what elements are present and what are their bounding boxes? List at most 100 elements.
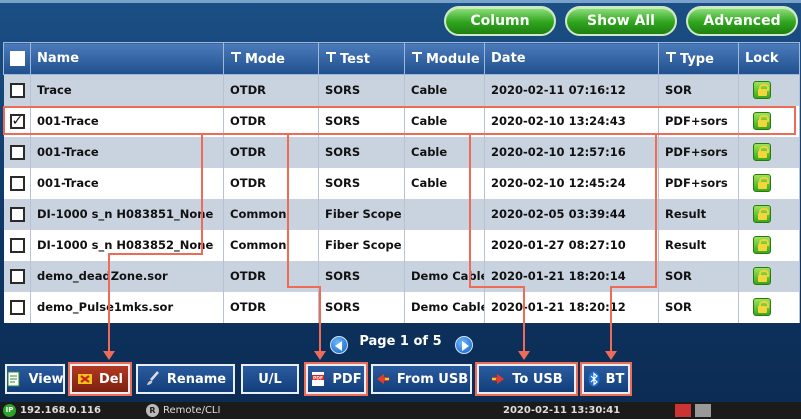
table-row[interactable]: demo_Pulse1mks.sor OTDR SORS Demo Cable … <box>3 291 800 323</box>
annotation-arrow <box>314 351 326 360</box>
table-row[interactable]: Trace OTDR SORS Cable 2020-02-11 07:16:1… <box>3 74 800 106</box>
cell-type: SOR <box>658 74 739 106</box>
header-type[interactable]: Type <box>658 42 739 75</box>
row-select[interactable]: ✓ <box>3 105 31 137</box>
annotation-line <box>469 286 524 288</box>
cell-date: 2020-02-11 07:16:12 <box>484 74 659 106</box>
view-button[interactable]: View <box>5 364 65 394</box>
cell-test: Fiber Scope <box>318 229 405 261</box>
table-row[interactable]: 001-Trace OTDR SORS Cable 2020-02-10 12:… <box>3 136 800 168</box>
filter-icon <box>411 51 424 64</box>
cell-type: SOR <box>658 260 739 292</box>
header-type-label: Type <box>680 51 714 67</box>
cell-lock[interactable] <box>738 105 800 137</box>
cell-lock[interactable] <box>738 260 800 292</box>
delete-icon <box>77 371 93 387</box>
cell-type: SOR <box>658 291 739 323</box>
table-header-row: Name Mode Test Module Date Type Lock <box>3 42 800 75</box>
filter-icon <box>230 51 243 64</box>
filter-icon <box>665 51 678 64</box>
select-all-cell[interactable] <box>3 42 31 75</box>
cell-test: SORS <box>318 74 405 106</box>
ip-badge-icon: IP <box>3 404 16 417</box>
annotation-line <box>287 135 289 287</box>
cell-date: 2020-02-10 13:24:43 <box>484 105 659 137</box>
column-button[interactable]: Column <box>444 6 556 36</box>
arrow-right-icon <box>462 341 469 351</box>
row-checkbox[interactable] <box>9 299 25 315</box>
cell-mode: OTDR <box>223 105 319 137</box>
bluetooth-icon <box>588 371 600 387</box>
view-label: View <box>28 371 64 387</box>
header-mode[interactable]: Mode <box>223 42 319 75</box>
cell-date: 2020-01-21 18:20:12 <box>484 291 659 323</box>
header-module-label: Module <box>426 51 480 67</box>
table-row[interactable]: DI-1000 s_n H083852_None Common Fiber Sc… <box>3 229 800 261</box>
delete-label: Del <box>98 371 124 387</box>
pdf-button[interactable]: PDF PDF <box>306 364 366 394</box>
row-select[interactable] <box>3 291 31 323</box>
bluetooth-button[interactable]: BT <box>582 364 630 394</box>
header-name[interactable]: Name <box>30 42 224 75</box>
lock-icon[interactable] <box>753 143 771 161</box>
cell-mode: OTDR <box>223 291 319 323</box>
row-select[interactable] <box>3 167 31 199</box>
ul-button[interactable]: U/L <box>241 364 299 394</box>
top-border <box>0 0 801 3</box>
table-row[interactable]: 001-Trace OTDR SORS Cable 2020-02-10 12:… <box>3 167 800 199</box>
cell-type: Result <box>658 229 739 261</box>
header-test[interactable]: Test <box>318 42 405 75</box>
row-select[interactable] <box>3 229 31 261</box>
cell-lock[interactable] <box>738 74 800 106</box>
header-module[interactable]: Module <box>404 42 485 75</box>
cell-module: Cable <box>404 105 485 137</box>
row-checkbox[interactable] <box>9 82 25 98</box>
table-row[interactable]: DI-1000 s_n H083851_None Common Fiber Sc… <box>3 198 800 230</box>
cell-name: demo_deadZone.sor <box>30 260 224 292</box>
cell-lock[interactable] <box>738 291 800 323</box>
lock-icon[interactable] <box>753 236 771 254</box>
row-checkbox[interactable]: ✓ <box>9 113 25 129</box>
lock-icon[interactable] <box>753 81 771 100</box>
to-usb-button[interactable]: To USB <box>477 364 576 394</box>
row-checkbox[interactable] <box>9 268 25 284</box>
show-all-button[interactable]: Show All <box>565 6 677 36</box>
cell-name: demo_Pulse1mks.sor <box>30 291 224 323</box>
next-page-button[interactable] <box>455 336 473 354</box>
row-select[interactable] <box>3 136 31 168</box>
table-row[interactable]: ✓ 001-Trace OTDR SORS Cable 2020-02-10 1… <box>3 105 800 137</box>
row-checkbox[interactable] <box>9 144 25 160</box>
rename-button[interactable]: Rename <box>136 364 235 394</box>
lock-icon[interactable] <box>753 112 771 130</box>
cell-lock[interactable] <box>738 229 800 261</box>
select-all-checkbox[interactable] <box>10 51 25 66</box>
header-test-label: Test <box>340 51 370 67</box>
row-select[interactable] <box>3 260 31 292</box>
row-checkbox[interactable] <box>9 237 25 253</box>
row-select[interactable] <box>3 198 31 230</box>
cell-type: PDF+sors <box>658 167 739 199</box>
header-date[interactable]: Date <box>484 42 659 75</box>
cell-lock[interactable] <box>738 136 800 168</box>
lock-icon[interactable] <box>753 298 771 316</box>
from-usb-button[interactable]: From USB <box>371 364 472 394</box>
cell-name: 001-Trace <box>30 136 224 168</box>
delete-button[interactable]: Del <box>70 364 130 394</box>
cell-lock[interactable] <box>738 167 800 199</box>
table-row[interactable]: demo_deadZone.sor OTDR SORS Demo Cable 2… <box>3 260 800 292</box>
annotation-line <box>655 135 657 287</box>
header-lock[interactable]: Lock <box>738 42 800 75</box>
row-checkbox[interactable] <box>9 206 25 222</box>
page-indicator: Page 1 of 5 <box>359 334 442 349</box>
row-select[interactable] <box>3 74 31 106</box>
cell-test: SORS <box>318 167 405 199</box>
cell-lock[interactable] <box>738 198 800 230</box>
annotation-line <box>108 253 203 255</box>
lock-icon[interactable] <box>753 205 771 223</box>
lock-icon[interactable] <box>753 267 771 285</box>
from-usb-label: From USB <box>396 371 469 387</box>
lock-icon[interactable] <box>753 174 771 192</box>
pdf-label: PDF <box>332 371 362 387</box>
advanced-button[interactable]: Advanced <box>686 6 798 36</box>
row-checkbox[interactable] <box>9 175 25 191</box>
